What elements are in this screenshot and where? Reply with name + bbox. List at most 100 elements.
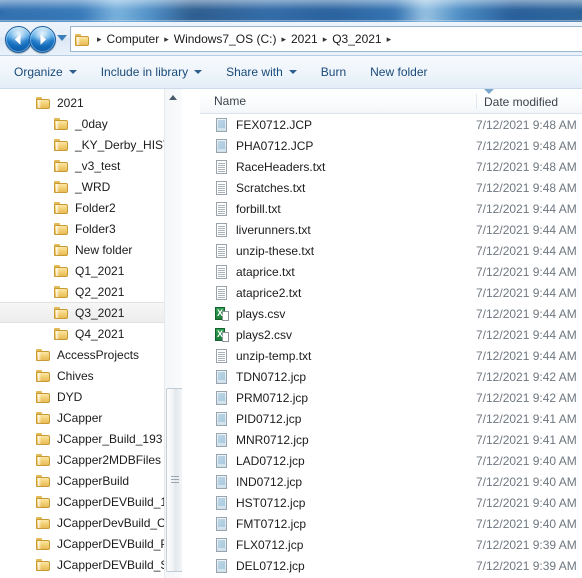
tree-item-jcapper[interactable]: JCapper xyxy=(0,407,182,428)
file-name: HST0712.jcp xyxy=(236,495,306,510)
recent-pages-button[interactable] xyxy=(57,35,67,41)
breadcrumb-item-computer[interactable]: Computer xyxy=(103,28,164,50)
tree-item-v3-test[interactable]: _v3_test xyxy=(0,155,182,176)
file-row[interactable]: PRM0712.jcp 7/12/2021 9:42 AM xyxy=(200,387,582,408)
file-row[interactable]: DEL0712.jcp 7/12/2021 9:39 AM xyxy=(200,555,582,576)
file-row[interactable]: Scratches.txt 7/12/2021 9:48 AM xyxy=(200,177,582,198)
column-header-name[interactable]: Name xyxy=(214,89,246,113)
file-row[interactable]: unzip-temp.txt 7/12/2021 9:44 AM xyxy=(200,345,582,366)
tree-item-jcapperdevbuild-plat[interactable]: JCapperDEVBuild_PLAT xyxy=(0,533,182,554)
breadcrumb-item-windows7-os[interactable]: Windows7_OS (C:) xyxy=(170,28,281,50)
forward-button[interactable] xyxy=(29,26,56,53)
tree-item-0day[interactable]: _0day xyxy=(0,113,182,134)
burn-button[interactable]: Burn xyxy=(311,59,356,85)
file-row[interactable]: FEX0712.JCP 7/12/2021 9:48 AM xyxy=(200,114,582,135)
file-name: unzip-temp.txt xyxy=(236,348,312,363)
scroll-up-arrow-icon[interactable] xyxy=(165,89,181,105)
folder-icon xyxy=(54,243,70,256)
file-row[interactable]: PHA0712.JCP 7/12/2021 9:48 AM xyxy=(200,135,582,156)
tree-item-folder3[interactable]: Folder3 xyxy=(0,218,182,239)
tree-item-label: JCapper_Build_193 xyxy=(57,431,163,446)
tree-item-q3-2021[interactable]: Q3_2021 xyxy=(0,302,182,323)
include-in-library-button[interactable]: Include in library xyxy=(91,59,212,85)
file-row[interactable]: forbill.txt 7/12/2021 9:44 AM xyxy=(200,198,582,219)
folder-icon xyxy=(54,306,70,319)
file-row[interactable]: IND0712.jcp 7/12/2021 9:40 AM xyxy=(200,471,582,492)
file-row[interactable]: plays2.csv 7/12/2021 9:44 AM xyxy=(200,324,582,345)
breadcrumb-separator[interactable]: ▸ xyxy=(386,28,393,50)
file-row[interactable]: ataprice.txt 7/12/2021 9:44 AM xyxy=(200,261,582,282)
tree-item-accessprojects[interactable]: AccessProjects xyxy=(0,344,182,365)
file-name: FLX0712.jcp xyxy=(236,537,304,552)
file-row[interactable]: ataprice2.txt 7/12/2021 9:44 AM xyxy=(200,282,582,303)
file-row[interactable]: PID0712.jcp 7/12/2021 9:41 AM xyxy=(200,408,582,429)
tree-item-wrd[interactable]: _WRD xyxy=(0,176,182,197)
file-row[interactable]: MNR0712.jcp 7/12/2021 9:41 AM xyxy=(200,429,582,450)
tree-item-label: JCapper xyxy=(57,410,103,425)
file-date-modified: 7/12/2021 9:48 AM xyxy=(476,117,577,132)
file-name: Scratches.txt xyxy=(236,180,306,195)
folder-icon xyxy=(54,264,70,277)
back-button[interactable] xyxy=(5,26,32,53)
file-row[interactable]: LAD0712.jcp 7/12/2021 9:40 AM xyxy=(200,450,582,471)
tree-item-folder2[interactable]: Folder2 xyxy=(0,197,182,218)
navigation-pane-scrollbar[interactable] xyxy=(164,89,182,578)
breadcrumb-item-2021[interactable]: 2021 xyxy=(287,28,322,50)
tree-item-label: AccessProjects xyxy=(57,347,140,362)
folder-icon xyxy=(36,432,52,445)
tree-item-jcapperbuild[interactable]: JCapperBuild xyxy=(0,470,182,491)
tree-item-ky-derby-hist[interactable]: _KY_Derby_HIST xyxy=(0,134,182,155)
column-header-date-label: Date modified xyxy=(484,94,559,109)
scrollbar-thumb[interactable] xyxy=(166,388,182,572)
new-folder-button[interactable]: New folder xyxy=(360,59,437,85)
window-controls[interactable] xyxy=(572,0,582,22)
folder-icon xyxy=(36,390,52,403)
tree-item-label: JCapperBuild xyxy=(57,473,130,488)
chevron-down-icon xyxy=(68,70,77,74)
tree-item-q4-2021[interactable]: Q4_2021 xyxy=(0,323,182,344)
tree-item-new-folder[interactable]: New folder xyxy=(0,239,182,260)
file-row[interactable]: liverunners.txt 7/12/2021 9:44 AM xyxy=(200,219,582,240)
file-row[interactable]: TDN0712.jcp 7/12/2021 9:42 AM xyxy=(200,366,582,387)
file-name: forbill.txt xyxy=(236,201,281,216)
jcp-file-icon xyxy=(214,516,230,532)
tree-item-2021[interactable]: 2021 xyxy=(0,92,182,113)
tree-item-q1-2021[interactable]: Q1_2021 xyxy=(0,260,182,281)
file-row[interactable]: plays.csv 7/12/2021 9:44 AM xyxy=(200,303,582,324)
tree-item-dyd[interactable]: DYD xyxy=(0,386,182,407)
tree-item-q2-2021[interactable]: Q2_2021 xyxy=(0,281,182,302)
file-row[interactable]: unzip-these.txt 7/12/2021 9:44 AM xyxy=(200,240,582,261)
file-list-pane: Name Date modified FEX0712.JCP 7/12/2021 … xyxy=(200,89,582,578)
tree-item-jcapperdevbuild-char[interactable]: JCapperDevBuild_CHAR xyxy=(0,512,182,533)
tree-item-label: New folder xyxy=(75,242,133,257)
file-row[interactable]: FMT0712.jcp 7/12/2021 9:40 AM xyxy=(200,513,582,534)
share-with-button[interactable]: Share with xyxy=(216,59,307,85)
breadcrumb-item-q3-2021[interactable]: Q3_2021 xyxy=(328,28,385,50)
chevron-down-icon xyxy=(288,70,297,74)
file-name: PHA0712.JCP xyxy=(236,138,314,153)
jcp-file-icon xyxy=(214,117,230,133)
file-row[interactable]: FLX0712.jcp 7/12/2021 9:39 AM xyxy=(200,534,582,555)
text-file-icon xyxy=(214,201,230,217)
tree-item-jcapper-build-193[interactable]: JCapper_Build_193 xyxy=(0,428,182,449)
file-date-modified: 7/12/2021 9:44 AM xyxy=(476,264,577,279)
tree-item-label: DYD xyxy=(57,389,83,404)
folder-icon xyxy=(36,96,52,109)
tree-item-jcapperdevbuild-silve[interactable]: JCapperDEVBuild_SILVE xyxy=(0,554,182,575)
tree-item-jcapperdevbuild-198-p[interactable]: JCapperDEVBuild_198_P xyxy=(0,491,182,512)
folder-icon xyxy=(36,453,52,466)
address-bar[interactable]: ▸ Computer ▸ Windows7_OS (C:) ▸ 2021 ▸ Q… xyxy=(70,26,582,52)
file-date-modified: 7/12/2021 9:39 AM xyxy=(476,558,577,573)
tree-item-jcapper2mdbfiles[interactable]: JCapper2MDBFiles xyxy=(0,449,182,470)
file-row[interactable]: RaceHeaders.txt 7/12/2021 9:48 AM xyxy=(200,156,582,177)
tree-item-chives[interactable]: Chives xyxy=(0,365,182,386)
folder-icon xyxy=(54,138,70,151)
file-row[interactable]: HST0712.jcp 7/12/2021 9:40 AM xyxy=(200,492,582,513)
window-title-bar[interactable] xyxy=(0,0,582,22)
pane-splitter[interactable] xyxy=(182,89,200,578)
folder-icon xyxy=(54,327,70,340)
organize-button[interactable]: Organize xyxy=(4,59,87,85)
scrollbar-grip-icon xyxy=(171,476,179,483)
tree-item-label: Q3_2021 xyxy=(75,305,125,320)
column-header-date-modified[interactable]: Date modified xyxy=(476,94,558,109)
